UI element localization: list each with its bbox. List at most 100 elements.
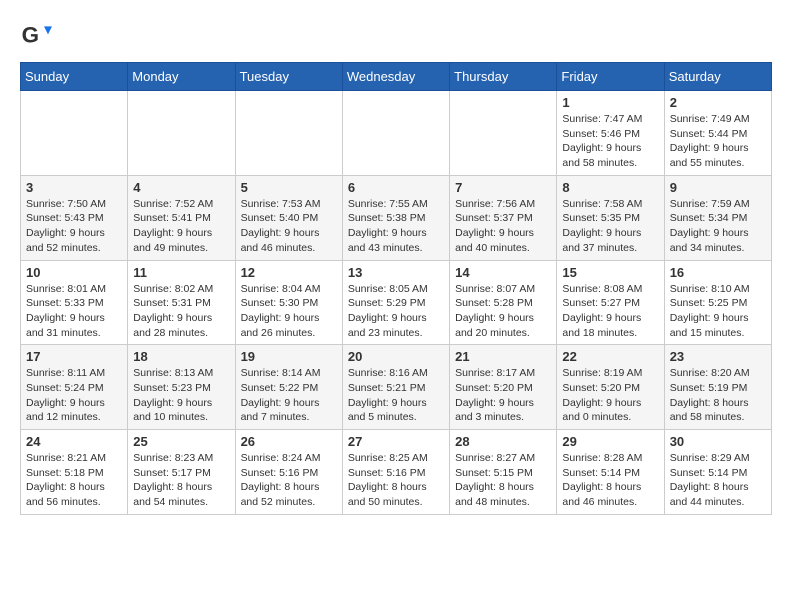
day-number: 9 — [670, 180, 766, 195]
header: G — [20, 20, 772, 52]
day-number: 11 — [133, 265, 229, 280]
day-info: Sunrise: 8:01 AM Sunset: 5:33 PM Dayligh… — [26, 282, 122, 341]
day-info: Sunrise: 8:25 AM Sunset: 5:16 PM Dayligh… — [348, 451, 444, 510]
svg-text:G: G — [22, 22, 39, 47]
calendar-cell: 25 Sunrise: 8:23 AM Sunset: 5:17 PM Dayli… — [128, 430, 235, 515]
calendar-cell — [235, 91, 342, 176]
calendar-cell: 11 Sunrise: 8:02 AM Sunset: 5:31 PM Dayli… — [128, 260, 235, 345]
day-number: 13 — [348, 265, 444, 280]
day-number: 27 — [348, 434, 444, 449]
calendar-cell: 26 Sunrise: 8:24 AM Sunset: 5:16 PM Dayli… — [235, 430, 342, 515]
calendar-cell: 30 Sunrise: 8:29 AM Sunset: 5:14 PM Dayli… — [664, 430, 771, 515]
day-info: Sunrise: 8:20 AM Sunset: 5:19 PM Dayligh… — [670, 366, 766, 425]
weekday-header: Thursday — [450, 63, 557, 91]
day-info: Sunrise: 7:58 AM Sunset: 5:35 PM Dayligh… — [562, 197, 658, 256]
calendar-cell: 29 Sunrise: 8:28 AM Sunset: 5:14 PM Dayli… — [557, 430, 664, 515]
calendar-cell: 10 Sunrise: 8:01 AM Sunset: 5:33 PM Dayli… — [21, 260, 128, 345]
calendar-cell: 1 Sunrise: 7:47 AM Sunset: 5:46 PM Daylig… — [557, 91, 664, 176]
day-number: 18 — [133, 349, 229, 364]
calendar-cell: 2 Sunrise: 7:49 AM Sunset: 5:44 PM Daylig… — [664, 91, 771, 176]
calendar-cell: 23 Sunrise: 8:20 AM Sunset: 5:19 PM Dayli… — [664, 345, 771, 430]
logo-icon: G — [20, 20, 52, 52]
day-number: 17 — [26, 349, 122, 364]
day-info: Sunrise: 7:56 AM Sunset: 5:37 PM Dayligh… — [455, 197, 551, 256]
day-info: Sunrise: 8:19 AM Sunset: 5:20 PM Dayligh… — [562, 366, 658, 425]
day-number: 23 — [670, 349, 766, 364]
weekday-header: Sunday — [21, 63, 128, 91]
calendar-week-row: 24Sunrise: 8:21 AM Sunset: 5:18 PM Dayli… — [21, 430, 772, 515]
day-info: Sunrise: 8:13 AM Sunset: 5:23 PM Dayligh… — [133, 366, 229, 425]
day-number: 12 — [241, 265, 337, 280]
day-info: Sunrise: 8:16 AM Sunset: 5:21 PM Dayligh… — [348, 366, 444, 425]
calendar-cell: 8 Sunrise: 7:58 AM Sunset: 5:35 PM Daylig… — [557, 175, 664, 260]
calendar-cell: 13 Sunrise: 8:05 AM Sunset: 5:29 PM Dayli… — [342, 260, 449, 345]
calendar-cell: 28Sunrise: 8:27 AM Sunset: 5:15 PM Dayli… — [450, 430, 557, 515]
day-number: 6 — [348, 180, 444, 195]
day-number: 26 — [241, 434, 337, 449]
day-info: Sunrise: 8:05 AM Sunset: 5:29 PM Dayligh… — [348, 282, 444, 341]
day-number: 25 — [133, 434, 229, 449]
day-number: 7 — [455, 180, 551, 195]
calendar-cell: 18 Sunrise: 8:13 AM Sunset: 5:23 PM Dayli… — [128, 345, 235, 430]
calendar-cell: 9Sunrise: 7:59 AM Sunset: 5:34 PM Daylig… — [664, 175, 771, 260]
calendar-week-row: 10 Sunrise: 8:01 AM Sunset: 5:33 PM Dayli… — [21, 260, 772, 345]
calendar-cell — [450, 91, 557, 176]
calendar-cell: 20Sunrise: 8:16 AM Sunset: 5:21 PM Dayli… — [342, 345, 449, 430]
weekday-header: Tuesday — [235, 63, 342, 91]
calendar-cell: 19Sunrise: 8:14 AM Sunset: 5:22 PM Dayli… — [235, 345, 342, 430]
calendar-cell: 27 Sunrise: 8:25 AM Sunset: 5:16 PM Dayli… — [342, 430, 449, 515]
day-info: Sunrise: 8:23 AM Sunset: 5:17 PM Dayligh… — [133, 451, 229, 510]
weekday-header: Friday — [557, 63, 664, 91]
day-info: Sunrise: 8:24 AM Sunset: 5:16 PM Dayligh… — [241, 451, 337, 510]
logo: G — [20, 20, 56, 52]
day-number: 2 — [670, 95, 766, 110]
calendar-cell — [21, 91, 128, 176]
day-info: Sunrise: 8:11 AM Sunset: 5:24 PM Dayligh… — [26, 366, 122, 425]
day-info: Sunrise: 8:02 AM Sunset: 5:31 PM Dayligh… — [133, 282, 229, 341]
calendar-cell: 5Sunrise: 7:53 AM Sunset: 5:40 PM Daylig… — [235, 175, 342, 260]
day-info: Sunrise: 8:04 AM Sunset: 5:30 PM Dayligh… — [241, 282, 337, 341]
day-info: Sunrise: 7:49 AM Sunset: 5:44 PM Dayligh… — [670, 112, 766, 171]
day-number: 5 — [241, 180, 337, 195]
day-info: Sunrise: 7:55 AM Sunset: 5:38 PM Dayligh… — [348, 197, 444, 256]
day-info: Sunrise: 8:28 AM Sunset: 5:14 PM Dayligh… — [562, 451, 658, 510]
day-number: 21 — [455, 349, 551, 364]
calendar-week-row: 17 Sunrise: 8:11 AM Sunset: 5:24 PM Dayli… — [21, 345, 772, 430]
weekday-header: Wednesday — [342, 63, 449, 91]
day-info: Sunrise: 8:07 AM Sunset: 5:28 PM Dayligh… — [455, 282, 551, 341]
calendar-cell: 16 Sunrise: 8:10 AM Sunset: 5:25 PM Dayli… — [664, 260, 771, 345]
day-info: Sunrise: 7:52 AM Sunset: 5:41 PM Dayligh… — [133, 197, 229, 256]
day-number: 14 — [455, 265, 551, 280]
day-number: 3 — [26, 180, 122, 195]
calendar-cell: 6 Sunrise: 7:55 AM Sunset: 5:38 PM Daylig… — [342, 175, 449, 260]
calendar-cell — [128, 91, 235, 176]
day-info: Sunrise: 8:08 AM Sunset: 5:27 PM Dayligh… — [562, 282, 658, 341]
day-info: Sunrise: 8:10 AM Sunset: 5:25 PM Dayligh… — [670, 282, 766, 341]
calendar-cell: 15 Sunrise: 8:08 AM Sunset: 5:27 PM Dayli… — [557, 260, 664, 345]
calendar-cell: 14 Sunrise: 8:07 AM Sunset: 5:28 PM Dayli… — [450, 260, 557, 345]
day-number: 16 — [670, 265, 766, 280]
calendar-header-row: SundayMondayTuesdayWednesdayThursdayFrid… — [21, 63, 772, 91]
day-info: Sunrise: 8:14 AM Sunset: 5:22 PM Dayligh… — [241, 366, 337, 425]
calendar-cell: 12 Sunrise: 8:04 AM Sunset: 5:30 PM Dayli… — [235, 260, 342, 345]
day-number: 8 — [562, 180, 658, 195]
day-number: 15 — [562, 265, 658, 280]
calendar-cell: 22 Sunrise: 8:19 AM Sunset: 5:20 PM Dayli… — [557, 345, 664, 430]
day-info: Sunrise: 7:50 AM Sunset: 5:43 PM Dayligh… — [26, 197, 122, 256]
weekday-header: Monday — [128, 63, 235, 91]
calendar-cell: 17 Sunrise: 8:11 AM Sunset: 5:24 PM Dayli… — [21, 345, 128, 430]
calendar-cell: 21 Sunrise: 8:17 AM Sunset: 5:20 PM Dayli… — [450, 345, 557, 430]
day-info: Sunrise: 7:47 AM Sunset: 5:46 PM Dayligh… — [562, 112, 658, 171]
day-info: Sunrise: 8:17 AM Sunset: 5:20 PM Dayligh… — [455, 366, 551, 425]
day-info: Sunrise: 8:29 AM Sunset: 5:14 PM Dayligh… — [670, 451, 766, 510]
calendar-cell: 7 Sunrise: 7:56 AM Sunset: 5:37 PM Daylig… — [450, 175, 557, 260]
day-number: 30 — [670, 434, 766, 449]
calendar-week-row: 3 Sunrise: 7:50 AM Sunset: 5:43 PM Daylig… — [21, 175, 772, 260]
calendar-table: SundayMondayTuesdayWednesdayThursdayFrid… — [20, 62, 772, 515]
day-info: Sunrise: 8:27 AM Sunset: 5:15 PM Dayligh… — [455, 451, 551, 510]
day-number: 1 — [562, 95, 658, 110]
day-number: 10 — [26, 265, 122, 280]
day-number: 22 — [562, 349, 658, 364]
calendar-cell: 4Sunrise: 7:52 AM Sunset: 5:41 PM Daylig… — [128, 175, 235, 260]
day-number: 29 — [562, 434, 658, 449]
